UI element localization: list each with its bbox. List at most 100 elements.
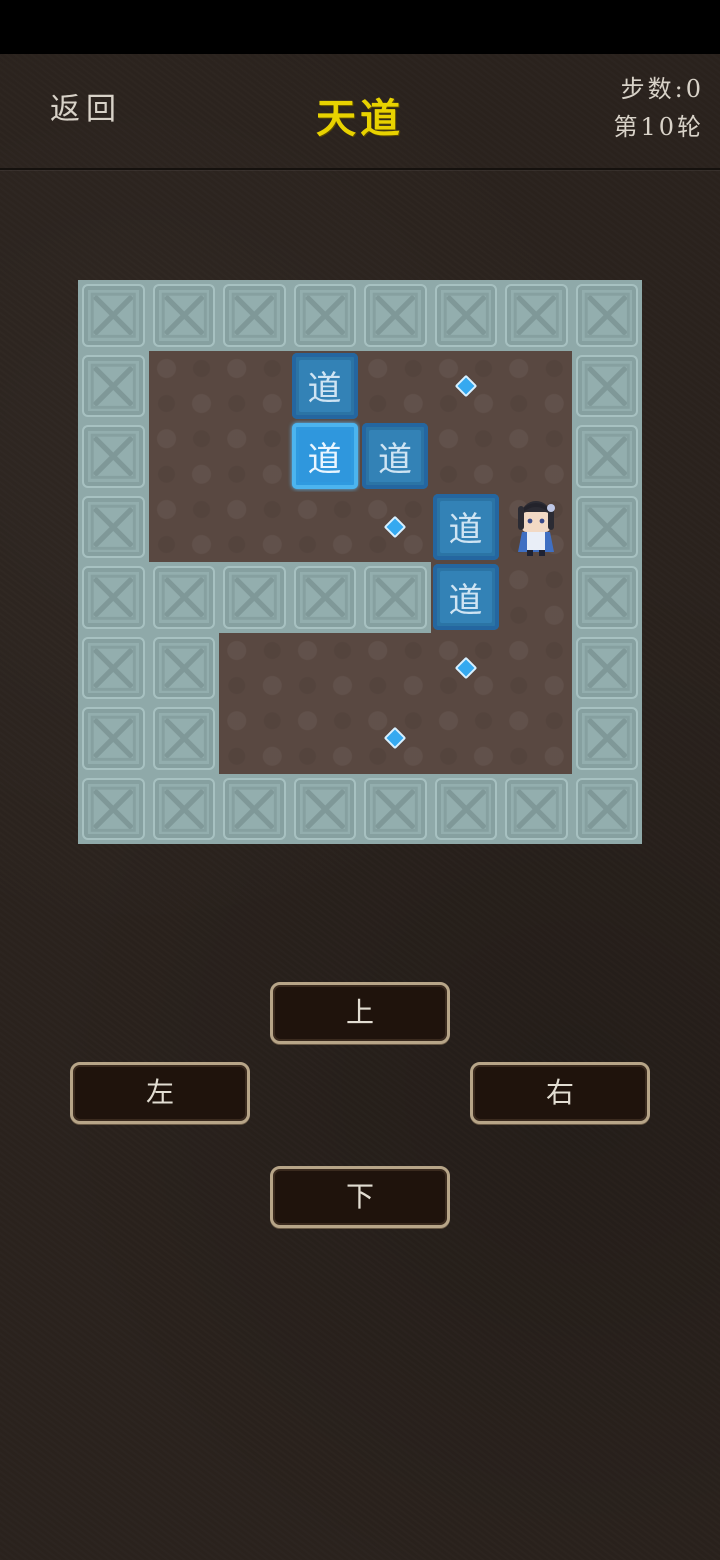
floor-tile [289, 491, 360, 562]
wall-tile [360, 773, 431, 844]
step-counter: 步数:0 [620, 75, 704, 103]
floor-tile [219, 491, 290, 562]
wall-tile [501, 280, 572, 351]
wall-tile [571, 280, 642, 351]
round-indicator: 第10轮 [613, 113, 704, 141]
box: 道 [432, 493, 499, 560]
crate-icon [293, 777, 356, 840]
box: 道 [362, 423, 428, 489]
wall-tile [501, 773, 572, 844]
wall-tile [78, 280, 149, 351]
game-title: 天道 [316, 95, 404, 142]
right-button[interactable]: 右 [470, 1062, 650, 1124]
target-marker-icon [454, 374, 477, 397]
wall-tile [571, 773, 642, 844]
floor-tile [501, 562, 572, 633]
crate-icon [152, 636, 215, 699]
floor-tile [219, 350, 290, 421]
box-label: 道 [298, 430, 351, 482]
wall-tile [219, 280, 290, 351]
floor-tile: 道 [360, 421, 431, 492]
wall-tile [78, 562, 149, 633]
crate-icon [293, 566, 356, 629]
wall-tile [571, 350, 642, 421]
down-button[interactable]: 下 [270, 1166, 450, 1228]
crate-icon [575, 425, 638, 488]
wall-tile [289, 562, 360, 633]
floor-tile [148, 350, 219, 421]
crate-icon [293, 284, 356, 347]
wall-tile [360, 562, 431, 633]
wall-tile [360, 280, 431, 351]
target-marker-icon [454, 656, 477, 679]
crate-icon [434, 284, 497, 347]
crate-icon [82, 425, 145, 488]
floor-tile [430, 703, 501, 774]
crate-icon [575, 495, 638, 558]
crate-icon [223, 284, 286, 347]
wall-tile [571, 421, 642, 492]
left-button[interactable]: 左 [70, 1062, 250, 1124]
crate-icon [505, 284, 568, 347]
floor-tile: 道 [289, 350, 360, 421]
box-active: 道 [291, 423, 358, 489]
floor-tile [360, 703, 431, 774]
wall-tile [148, 773, 219, 844]
crate-icon [82, 495, 145, 558]
crate-icon [152, 707, 215, 770]
wall-tile [78, 491, 149, 562]
floor-tile [430, 632, 501, 703]
floor-tile [501, 703, 572, 774]
crate-icon [575, 636, 638, 699]
crate-icon [152, 284, 215, 347]
box-label: 道 [439, 500, 492, 553]
floor-tile [360, 491, 431, 562]
crate-icon [505, 777, 568, 840]
wall-tile [430, 773, 501, 844]
crate-icon [82, 636, 145, 699]
wall-tile [148, 632, 219, 703]
floor-tile [289, 632, 360, 703]
wall-tile [219, 773, 290, 844]
target-marker-icon [383, 515, 407, 538]
wall-tile [289, 280, 360, 351]
floor-tile [289, 703, 360, 774]
floor-tile [219, 632, 290, 703]
header: 返回 天道 步数:0 第10轮 [0, 54, 720, 170]
box-label: 道 [298, 359, 351, 412]
wall-tile [430, 280, 501, 351]
box: 道 [291, 352, 358, 419]
game-board: 道道道道道 [78, 280, 642, 844]
wall-tile [289, 773, 360, 844]
floor-tile [360, 350, 431, 421]
crate-icon [152, 777, 215, 840]
floor-tile: 道 [289, 421, 360, 492]
crate-icon [82, 284, 145, 347]
floor-tile [148, 491, 219, 562]
crate-icon [575, 354, 638, 417]
wall-tile [78, 773, 149, 844]
floor-tile [501, 491, 572, 562]
floor-tile [219, 421, 290, 492]
crate-icon [82, 354, 145, 417]
floor-tile [148, 421, 219, 492]
up-button[interactable]: 上 [270, 982, 450, 1044]
crate-icon [575, 707, 638, 770]
box: 道 [432, 564, 499, 630]
wall-tile [148, 280, 219, 351]
floor-tile [219, 703, 290, 774]
floor-tile [501, 632, 572, 703]
game-info: 步数:0 第10轮 [613, 70, 704, 146]
crate-icon [575, 284, 638, 347]
floor-tile [430, 350, 501, 421]
wall-tile [78, 421, 149, 492]
floor-tile: 道 [430, 491, 501, 562]
target-marker-icon [383, 726, 407, 750]
crate-icon [82, 566, 145, 629]
floor-tile [430, 421, 501, 492]
crate-icon [364, 566, 427, 629]
crate-icon [223, 566, 286, 629]
wall-tile [148, 562, 219, 633]
wall-tile [571, 703, 642, 774]
wall-tile [571, 491, 642, 562]
